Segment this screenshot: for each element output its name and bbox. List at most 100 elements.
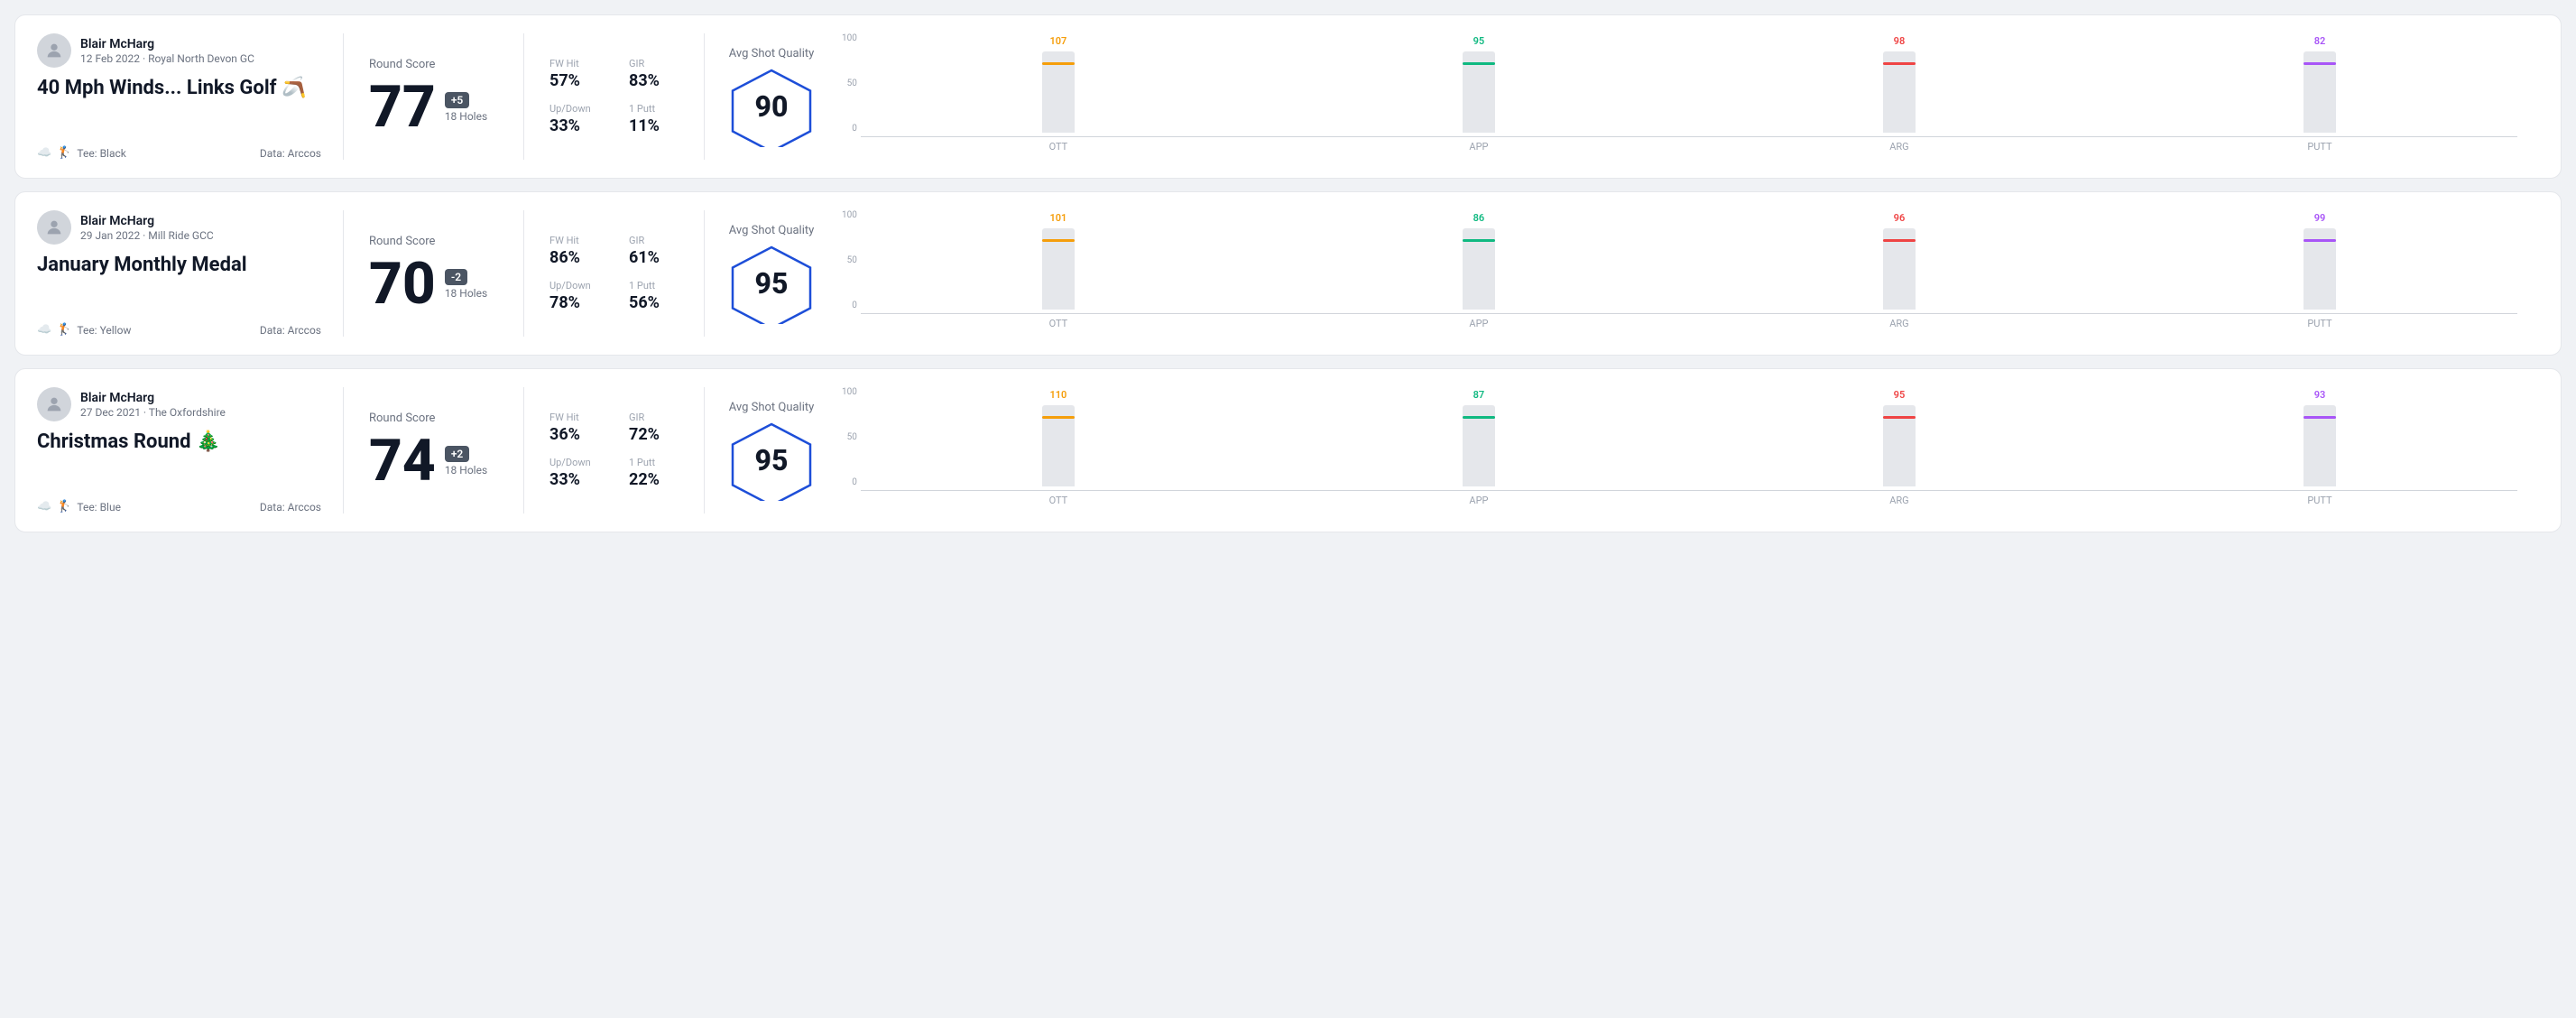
bar-group-arg: 98: [1702, 35, 2097, 133]
chart-y-axis: 100 50 0: [842, 33, 857, 137]
bar-background: [1883, 422, 1916, 486]
chart-bars: 101 86 96: [861, 210, 2517, 314]
bar-background: [1042, 241, 1075, 310]
updown-stat: Up/Down 78%: [549, 280, 604, 312]
bar-wrapper: [1042, 51, 1075, 133]
gir-stat: GIR 83%: [629, 58, 683, 90]
quality-label: Avg Shot Quality: [729, 224, 815, 237]
chart-container: 100 50 0 110 87: [842, 387, 2517, 514]
bar-background: [2304, 423, 2336, 486]
quality-section: Avg Shot Quality 90 100 50 0 107: [705, 33, 2539, 160]
chart-axis-label: OTT: [861, 495, 1256, 506]
holes-label: 18 Holes: [445, 287, 487, 300]
updown-value: 33%: [549, 116, 604, 135]
weather-icon: ☁️: [37, 146, 51, 160]
bar-group-arg: 96: [1702, 212, 2097, 310]
bar-value-arg: 95: [1894, 389, 1906, 401]
user-info: Blair McHarg 29 Jan 2022 · Mill Ride GCC: [37, 210, 321, 245]
one-putt-stat: 1 Putt 22%: [629, 457, 683, 489]
score-label: Round Score: [369, 235, 498, 248]
tee-info: ☁️ 🏌️ Tee: Blue: [37, 500, 121, 514]
quality-left: Avg Shot Quality 90: [726, 47, 817, 147]
bar-line: [1463, 416, 1495, 419]
chart-labels: OTTAPPARGPUTT: [861, 141, 2517, 153]
chart-bars: 107 95 98: [861, 33, 2517, 137]
bar-background: [1883, 245, 1916, 310]
chart-axis-label: PUTT: [2122, 318, 2517, 329]
hexagon-container: 95: [726, 243, 817, 324]
weather-icon: ☁️: [37, 323, 51, 337]
bar-value-ott: 101: [1049, 212, 1066, 224]
holes-label: 18 Holes: [445, 110, 487, 123]
bar-line: [1463, 239, 1495, 242]
holes-label: 18 Holes: [445, 464, 487, 477]
bar-value-putt: 99: [2314, 212, 2326, 224]
bag-icon: 🏌️: [57, 146, 71, 160]
bar-wrapper: [2304, 51, 2336, 133]
fw-hit-label: FW Hit: [549, 412, 604, 423]
bar-background: [1042, 412, 1075, 486]
user-name: Blair McHarg: [80, 214, 214, 228]
quality-score: 95: [755, 443, 789, 477]
stats-section: FW Hit 86% GIR 61% Up/Down 78% 1 Putt: [524, 210, 705, 337]
one-putt-label: 1 Putt: [629, 280, 683, 292]
score-diff-badge: +5: [445, 92, 469, 108]
bar-background: [1463, 251, 1495, 310]
data-source: Data: Arccos: [260, 324, 321, 337]
bar-wrapper: [1042, 228, 1075, 310]
round-card-round-1: Blair McHarg 12 Feb 2022 · Royal North D…: [14, 14, 2562, 179]
updown-stat: Up/Down 33%: [549, 103, 604, 135]
user-icon: [44, 41, 64, 60]
bar-group-putt: 99: [2122, 212, 2517, 310]
chart-axis-label: ARG: [1702, 141, 2097, 153]
round-top: Blair McHarg 29 Jan 2022 · Mill Ride GCC…: [37, 210, 321, 283]
quality-score: 95: [755, 266, 789, 301]
one-putt-label: 1 Putt: [629, 103, 683, 115]
bar-background: [1463, 428, 1495, 486]
fw-hit-stat: FW Hit 36%: [549, 412, 604, 444]
bar-group-app: 86: [1281, 212, 1676, 310]
avatar: [37, 387, 71, 421]
score-section: Round Score 74 +2 18 Holes: [344, 387, 524, 514]
round-title[interactable]: January Monthly Medal: [37, 254, 321, 276]
tee-label: Tee: Yellow: [77, 324, 131, 337]
updown-stat: Up/Down 33%: [549, 457, 604, 489]
bar-group-app: 95: [1281, 35, 1676, 133]
fw-hit-value: 57%: [549, 71, 604, 90]
quality-section: Avg Shot Quality 95 100 50 0 110: [705, 387, 2539, 514]
gir-stat: GIR 72%: [629, 412, 683, 444]
round-title[interactable]: 40 Mph Winds... Links Golf 🪃: [37, 77, 321, 99]
gir-label: GIR: [629, 412, 683, 423]
round-top: Blair McHarg 12 Feb 2022 · Royal North D…: [37, 33, 321, 106]
bar-group-putt: 93: [2122, 389, 2517, 486]
round-title[interactable]: Christmas Round 🎄: [37, 430, 321, 453]
user-name: Blair McHarg: [80, 391, 226, 405]
round-bottom-info: ☁️ 🏌️ Tee: Yellow Data: Arccos: [37, 323, 321, 337]
round-bottom-info: ☁️ 🏌️ Tee: Black Data: Arccos: [37, 146, 321, 160]
chart-axis-label: OTT: [861, 318, 1256, 329]
user-details: Blair McHarg 27 Dec 2021 · The Oxfordshi…: [80, 391, 226, 419]
quality-left: Avg Shot Quality 95: [726, 401, 817, 501]
score-number: 70: [369, 255, 436, 313]
chart-axis-label: APP: [1281, 495, 1676, 506]
score-diff-badge: -2: [445, 269, 467, 285]
user-info: Blair McHarg 12 Feb 2022 · Royal North D…: [37, 33, 321, 68]
bar-wrapper: [1883, 228, 1916, 310]
bag-icon: 🏌️: [57, 500, 71, 514]
gir-value: 61%: [629, 248, 683, 267]
gir-value: 72%: [629, 425, 683, 444]
chart-area: 100 50 0 107 95: [842, 33, 2517, 153]
one-putt-value: 11%: [629, 116, 683, 135]
score-number: 74: [369, 432, 436, 490]
bar-line: [1883, 62, 1916, 65]
avatar: [37, 33, 71, 68]
chart-axis-label: PUTT: [2122, 495, 2517, 506]
chart-axis-label: OTT: [861, 141, 1256, 153]
hexagon-container: 95: [726, 420, 817, 501]
gir-label: GIR: [629, 58, 683, 69]
bar-group-putt: 82: [2122, 35, 2517, 133]
score-badge: +5 18 Holes: [445, 92, 487, 123]
fw-hit-value: 86%: [549, 248, 604, 267]
data-source: Data: Arccos: [260, 147, 321, 160]
stats-row-bottom: Up/Down 33% 1 Putt 22%: [549, 457, 679, 489]
